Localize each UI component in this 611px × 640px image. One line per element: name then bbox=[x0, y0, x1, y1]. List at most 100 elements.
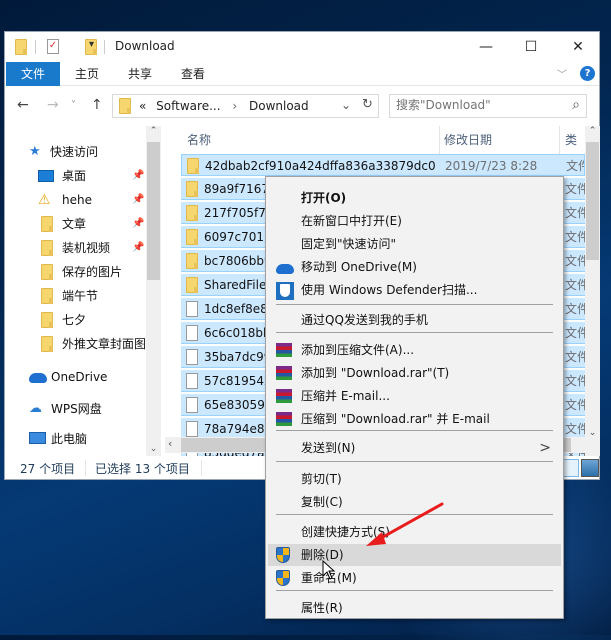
sidebar-item-quick-access[interactable]: ★ 快速访问 bbox=[5, 141, 145, 163]
defender-icon bbox=[276, 282, 294, 300]
scroll-up-icon[interactable]: ⌃ bbox=[146, 126, 161, 136]
scrollbar-thumb[interactable] bbox=[147, 142, 160, 280]
menu-item[interactable]: 复制(C) bbox=[268, 491, 561, 513]
breadcrumb: « Software... › Download bbox=[139, 99, 309, 113]
file-type: 文件 bbox=[565, 278, 585, 292]
menu-separator bbox=[276, 514, 553, 515]
close-button[interactable]: ✕ bbox=[555, 32, 601, 62]
breadcrumb-item-software[interactable]: Software... bbox=[156, 99, 220, 113]
menu-item[interactable]: 移动到 OneDrive(M) bbox=[268, 256, 561, 278]
up-button[interactable]: ↑ bbox=[91, 97, 103, 113]
menu-item[interactable]: 添加到 "Download.rar"(T) bbox=[268, 362, 561, 384]
folder-icon bbox=[41, 336, 53, 352]
address-dropdown-icon[interactable]: ⌄ bbox=[341, 98, 351, 112]
scrollbar-thumb[interactable] bbox=[586, 142, 599, 260]
menu-item-label: 压缩到 "Download.rar" 并 E-mail bbox=[301, 412, 490, 426]
column-header-name[interactable]: 名称 bbox=[187, 126, 211, 154]
menu-separator bbox=[276, 590, 553, 591]
menu-item[interactable]: 固定到"快速访问" bbox=[268, 233, 561, 255]
sidebar-item-onedrive[interactable]: OneDrive bbox=[5, 366, 145, 388]
sidebar-item-dragon-boat[interactable]: 端午节 bbox=[5, 285, 145, 307]
tab-home[interactable]: 主页 bbox=[65, 62, 109, 86]
file-list-scrollbar[interactable]: ⌃ ⌄ bbox=[585, 126, 600, 456]
column-header-date[interactable]: 修改日期 bbox=[444, 126, 492, 154]
menu-item[interactable]: 重命名(M) bbox=[268, 567, 561, 589]
sidebar-item-desktop[interactable]: 桌面 📌 bbox=[5, 165, 145, 187]
winrar-icon bbox=[276, 342, 294, 358]
sidebar-item-wps[interactable]: ☁ WPS网盘 bbox=[5, 398, 145, 420]
search-input[interactable] bbox=[396, 98, 556, 112]
star-icon: ★ bbox=[29, 144, 41, 159]
menu-item[interactable]: 添加到压缩文件(A)... bbox=[268, 339, 561, 361]
menu-item[interactable]: 压缩并 E-mail... bbox=[268, 385, 561, 407]
scroll-up-icon[interactable]: ⌃ bbox=[585, 126, 600, 136]
menu-item[interactable]: 打开(O) bbox=[268, 187, 561, 209]
selection-count: 已选择 13 个项目 bbox=[95, 462, 190, 476]
tab-share[interactable]: 共享 bbox=[118, 62, 162, 86]
help-icon[interactable]: ? bbox=[580, 66, 595, 81]
maximize-button[interactable]: ☐ bbox=[508, 32, 554, 62]
sort-ascending-icon: ^ bbox=[305, 126, 314, 133]
customize-toolbar-icon[interactable]: ▾ bbox=[89, 39, 94, 55]
search-icon[interactable]: ⌕ bbox=[572, 97, 580, 113]
table-row[interactable]: 42dbab2cf910a424dffa836a33879dc0 2019/7/2… bbox=[181, 154, 585, 176]
sidebar-item-qixi[interactable]: 七夕 bbox=[5, 309, 145, 331]
sidebar-item-articles[interactable]: 文章 📌 bbox=[5, 213, 145, 235]
file-name: SharedFile bbox=[204, 278, 267, 292]
breadcrumb-item-download[interactable]: Download bbox=[249, 99, 309, 113]
title-bar: ✓ ▾ Download — ☐ ✕ bbox=[5, 32, 599, 62]
sidebar-scrollbar[interactable]: ⌃ ⌄ bbox=[146, 126, 161, 456]
menu-item[interactable]: 发送到(N) > bbox=[268, 437, 561, 459]
menu-item[interactable]: 剪切(T) bbox=[268, 468, 561, 490]
file-icon bbox=[186, 373, 198, 389]
refresh-icon[interactable]: ↻ bbox=[362, 97, 373, 112]
folder-icon bbox=[186, 229, 198, 245]
scroll-left-icon[interactable]: ‹ bbox=[168, 437, 172, 450]
back-button[interactable]: ← bbox=[17, 97, 29, 113]
column-header-type[interactable]: 类型 bbox=[565, 126, 585, 175]
file-name: 42dbab2cf910a424dffa836a33879dc0 bbox=[205, 159, 436, 173]
ribbon-expand-icon[interactable]: ﹀ bbox=[557, 66, 567, 81]
tab-file[interactable]: 文件 bbox=[6, 62, 60, 86]
winrar-icon bbox=[276, 388, 294, 404]
file-name: 35ba7dc99 bbox=[204, 350, 272, 364]
sidebar-item-cover-images[interactable]: 外推文章封面图 bbox=[5, 333, 146, 355]
menu-item-label: 剪切(T) bbox=[301, 472, 342, 486]
column-divider[interactable] bbox=[559, 126, 560, 154]
address-bar[interactable]: « Software... › Download ⌄ ↻ bbox=[112, 94, 379, 118]
menu-item[interactable]: 压缩到 "Download.rar" 并 E-mail bbox=[268, 408, 561, 430]
properties-icon[interactable]: ✓ bbox=[47, 39, 59, 54]
menu-item[interactable]: 删除(D) bbox=[268, 544, 561, 566]
minimize-button[interactable]: — bbox=[463, 32, 509, 62]
tab-view[interactable]: 查看 bbox=[171, 62, 215, 86]
column-divider[interactable] bbox=[439, 126, 440, 154]
menu-item-label: 添加到压缩文件(A)... bbox=[301, 343, 415, 357]
wps-cloud-icon: ☁ bbox=[29, 401, 42, 416]
large-icons-view-button[interactable] bbox=[581, 459, 599, 477]
menu-item[interactable]: 属性(R) bbox=[268, 597, 561, 619]
menu-item-label: 固定到"快速访问" bbox=[301, 237, 397, 251]
pin-icon: 📌 bbox=[132, 242, 145, 253]
file-icon bbox=[186, 349, 198, 365]
file-name: 6097c7011 bbox=[204, 230, 272, 244]
file-name: 57c819542 bbox=[204, 374, 272, 388]
breadcrumb-separator[interactable]: › bbox=[232, 99, 237, 113]
recent-locations-button[interactable]: ˅ bbox=[71, 100, 76, 111]
breadcrumb-overflow[interactable]: « bbox=[139, 99, 146, 113]
sidebar-item-saved-pictures[interactable]: 保存的图片 bbox=[5, 261, 145, 283]
sidebar-item-this-pc[interactable]: 此电脑 bbox=[5, 428, 145, 450]
menu-item[interactable]: 使用 Windows Defender扫描... bbox=[268, 279, 561, 301]
sidebar-item-install-videos[interactable]: 装机视频 📌 bbox=[5, 237, 145, 259]
menu-item[interactable]: 在新窗口中打开(E) bbox=[268, 210, 561, 232]
menu-item-label: 创建快捷方式(S) bbox=[301, 525, 390, 539]
scroll-down-icon[interactable]: ⌄ bbox=[585, 428, 600, 438]
file-type: 文件 bbox=[566, 159, 584, 173]
folder-icon bbox=[41, 240, 53, 256]
menu-item[interactable]: 通过QQ发送到我的手机 bbox=[268, 309, 561, 331]
forward-button[interactable]: → bbox=[47, 97, 59, 113]
menu-item[interactable]: 创建快捷方式(S) bbox=[268, 521, 561, 543]
sidebar-item-hehe[interactable]: ⚠ hehe 📌 bbox=[5, 189, 145, 211]
menu-item-label: 通过QQ发送到我的手机 bbox=[301, 313, 428, 327]
scroll-down-icon[interactable]: ⌄ bbox=[146, 444, 161, 454]
file-type: 文件 bbox=[565, 326, 585, 340]
